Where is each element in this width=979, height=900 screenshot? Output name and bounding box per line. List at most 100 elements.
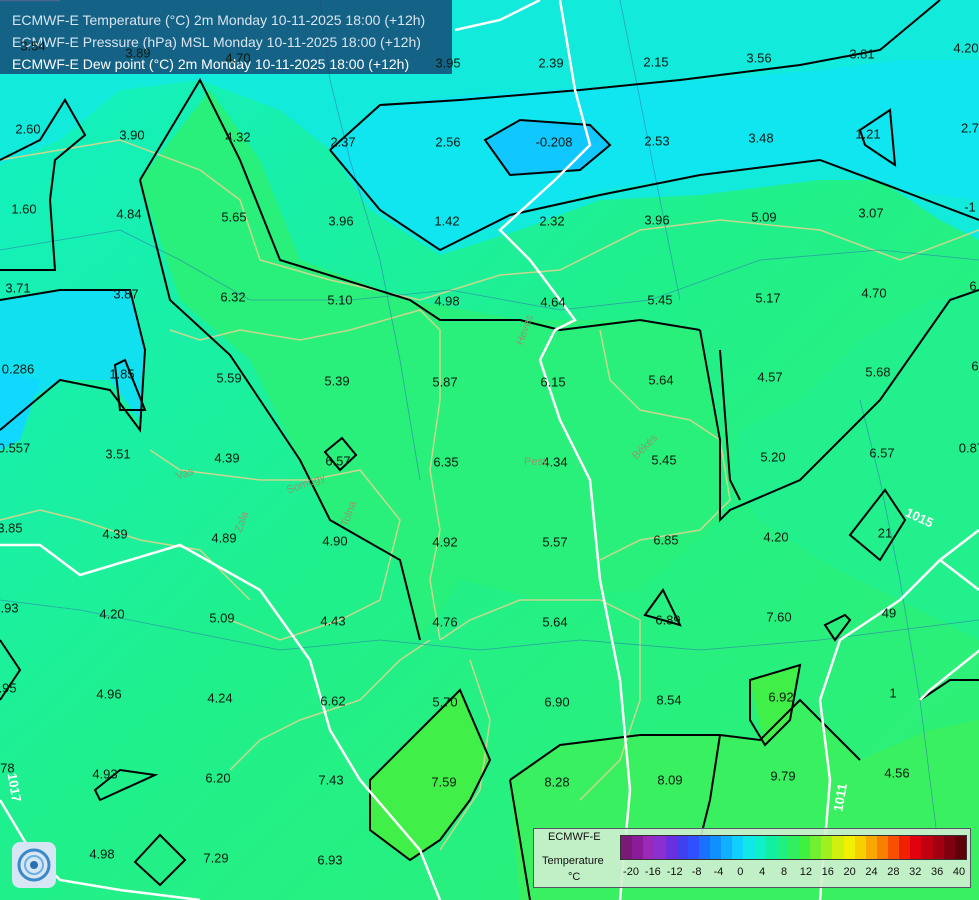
legend-tick: 8 [781,866,788,878]
legend-swatch [810,836,822,859]
station-value: 6 [969,278,977,294]
legend-tick: -8 [691,866,702,878]
station-value: 4.70 [861,285,887,301]
station-value: 6 [971,358,979,374]
station-value: 4.20 [953,40,979,56]
station-value: 3.07 [858,205,884,221]
station-value: 4.70 [225,50,251,66]
legend-swatch [943,836,955,859]
legend-swatch [954,836,966,859]
legend-tick: 36 [931,866,944,878]
legend-variable: Temperature [542,855,604,867]
legend-swatch [687,836,699,859]
station-value: 6.85 [653,532,679,548]
legend-swatch [932,836,944,859]
station-value: 49 [881,605,897,621]
station-value: 4.98 [89,846,115,862]
legend-swatch [765,836,777,859]
station-value: 6.32 [220,289,246,305]
legend-swatch [710,836,722,859]
station-value: 3.89 [125,45,151,61]
station-value: 2.56 [435,134,461,150]
dewpoint-title: ECMWF-E Dew point (°C) 2m Monday 10-11-2… [12,56,410,72]
station-value: 7.43 [318,772,344,788]
station-value: 6.35 [433,454,459,470]
temperature-legend: ECMWF-E Temperature °C -20 -16 -12 -8 -4 0 4 8 1… [533,828,971,888]
station-value: 5.68 [865,364,891,380]
pressure-title: ECMWF-E Pressure (hPa) MSL Monday 10-11-… [12,34,421,50]
station-value: 5.57 [542,534,568,550]
legend-swatch [754,836,766,859]
station-value: 6.15 [540,374,566,390]
legend-swatch [632,836,644,859]
legend-swatch [787,836,799,859]
station-value: 8.28 [544,774,570,790]
legend-swatch [732,836,744,859]
station-value: 4.92 [432,534,458,550]
station-value: 7.59 [431,774,457,790]
legend-swatch [654,836,666,859]
station-value: 6.93 [317,852,343,868]
station-value: 6.92 [768,689,794,705]
legend-tick: -12 [666,866,683,878]
station-value: 3.90 [119,127,145,143]
station-value: -1 [964,199,976,215]
station-value: 4.89 [211,530,237,546]
station-value: 3.56 [746,50,772,66]
station-value: 2.39 [538,55,564,71]
station-value: 3.81 [849,46,875,62]
station-value: 3.54 [20,38,46,54]
station-value: 4.34 [542,454,568,470]
legend-swatch [910,836,922,859]
station-value: 5.59 [216,370,242,386]
station-value: 6.57 [325,453,351,469]
legend-swatch [821,836,833,859]
map-background [0,0,979,900]
station-value: 2.60 [15,121,41,137]
legend-tick: 4 [759,866,766,878]
station-value: 3.85 [0,520,23,536]
station-value: 1 [889,685,897,701]
legend-swatch [676,836,688,859]
station-value: 4.90 [322,533,348,549]
station-value: 3.96 [644,212,670,228]
station-value: 1.21 [855,126,881,142]
station-value: 2.7 [960,120,979,136]
legend-tick: -20 [623,866,639,878]
station-value: 4.43 [320,613,346,629]
station-value: 4.20 [99,606,125,622]
station-value: 4.64 [540,294,566,310]
station-value: 5.09 [751,209,777,225]
station-value: 5.65 [221,209,247,225]
station-value: 7.29 [203,850,229,866]
station-value: 4.56 [884,765,910,781]
legend-swatch [921,836,933,859]
legend-tick: -4 [713,866,724,878]
legend-tick: 28 [887,866,900,878]
station-value: 4.39 [102,526,128,542]
legend-color-bar [620,835,967,860]
station-value: 3.93 [0,600,19,616]
legend-tick: -16 [644,866,661,878]
station-value: 3.95 [435,55,461,71]
station-value: 4.24 [207,690,233,706]
station-value: 5.10 [327,292,353,308]
station-value: 6.20 [205,770,231,786]
region-label: Pest [523,456,547,468]
legend-swatch [698,836,710,859]
legend-swatch [799,836,811,859]
legend-tick: 12 [799,866,813,878]
legend-swatch [854,836,866,859]
legend-swatch [621,836,633,859]
station-value: 3.96 [328,213,354,229]
weather-map: ECMWF-E Temperature (°C) 2m Monday 10-11… [0,0,979,900]
legend-swatch [743,836,755,859]
station-value: 8.54 [656,692,682,708]
station-value: 3.48 [748,130,774,146]
station-value: 4.93 [92,766,118,782]
station-value: -0.208 [535,134,573,150]
station-value: 3.71 [5,280,31,296]
legend-tick: 16 [821,866,834,878]
station-value: 4.39 [214,450,240,466]
station-value: 6.89 [655,612,681,628]
